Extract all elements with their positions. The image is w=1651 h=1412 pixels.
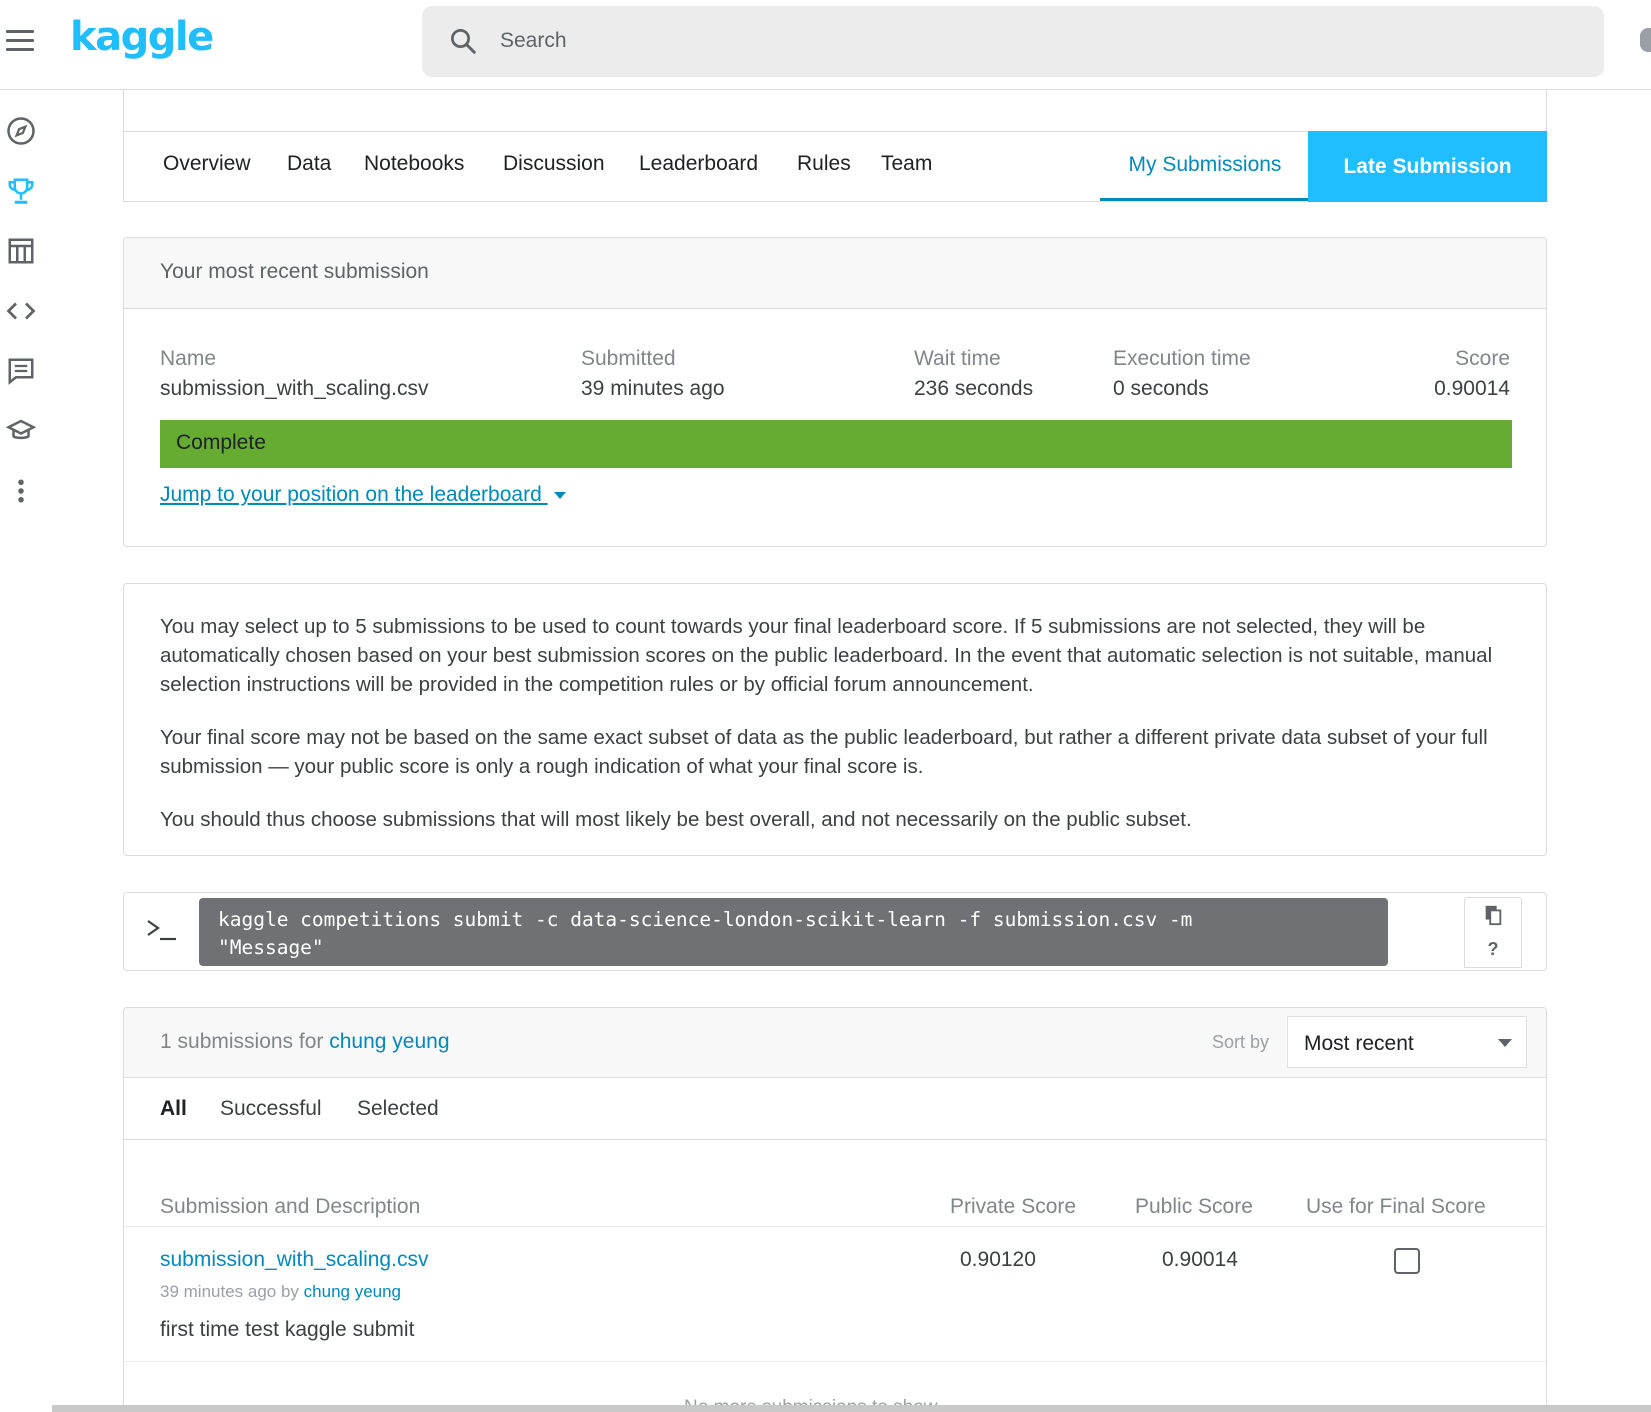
tab-notebooks[interactable]: Notebooks [364, 152, 464, 176]
wait-time-label: Wait time [914, 347, 1001, 370]
tab-overview[interactable]: Overview [163, 152, 251, 176]
submissions-user-link[interactable]: chung yeung [329, 1030, 449, 1053]
divider [124, 1226, 1546, 1227]
submitted-value: 39 minutes ago [581, 377, 725, 400]
more-vertical-icon[interactable] [4, 474, 38, 508]
jump-link-text: Jump to your position on the leaderboard [160, 483, 548, 506]
command-line-1: kaggle competitions submit -c data-scien… [218, 908, 1193, 931]
filter-all[interactable]: All [160, 1097, 187, 1121]
submission-author-link[interactable]: chung yeung [304, 1282, 401, 1301]
selection-info-card: You may select up to 5 submissions to be… [123, 583, 1547, 856]
column-header-private-score: Private Score [950, 1195, 1077, 1218]
code-icon[interactable] [4, 294, 38, 328]
search-bar[interactable] [422, 6, 1604, 77]
caret-down-icon [553, 491, 566, 499]
meta-execution-time: Execution time 0 seconds [1113, 347, 1251, 401]
submission-file-link[interactable]: submission_with_scaling.csv [160, 1248, 428, 1272]
submissions-list-card: 1 submissions for chung yeung Sort by Mo… [123, 1007, 1547, 1412]
divider [124, 1361, 1546, 1362]
column-header-public-score: Public Score [1135, 1195, 1253, 1218]
tab-leaderboard[interactable]: Leaderboard [639, 152, 758, 176]
tab-my-submissions[interactable]: My Submissions [1100, 132, 1310, 201]
tab-data[interactable]: Data [287, 152, 331, 176]
submission-meta: 39 minutes ago by chung yeung [160, 1282, 401, 1302]
column-header-final-score: Use for Final Score [1306, 1195, 1486, 1218]
tab-team[interactable]: Team [881, 152, 932, 176]
wait-time-value: 236 seconds [914, 377, 1034, 400]
help-button[interactable]: ? [1464, 932, 1522, 968]
sort-selected-value: Most recent [1304, 1032, 1414, 1055]
tab-discussion[interactable]: Discussion [503, 152, 605, 176]
private-score: 0.90120 [960, 1248, 1036, 1271]
trophy-icon[interactable] [4, 174, 38, 208]
submission-time: 39 minutes ago by [160, 1282, 304, 1301]
score-label: Score [1455, 347, 1510, 370]
compass-icon[interactable] [4, 114, 38, 148]
status-complete-bar: Complete [160, 420, 1512, 468]
chevron-down-icon [1498, 1039, 1512, 1047]
name-value: submission_with_scaling.csv [160, 377, 429, 400]
copy-icon[interactable] [1464, 897, 1522, 933]
filter-selected[interactable]: Selected [357, 1097, 439, 1121]
command-line-2: "Message" [218, 936, 324, 959]
notifications-icon[interactable] [1640, 28, 1651, 52]
recent-submission-card: Your most recent submission Name submiss… [123, 237, 1547, 547]
competition-tabs: Overview Data Notebooks Discussion Leade… [123, 131, 1547, 202]
submitted-label: Submitted [581, 347, 676, 370]
use-for-final-checkbox[interactable] [1394, 1248, 1420, 1274]
graduation-cap-icon[interactable] [4, 414, 38, 448]
score-value: 0.90014 [1434, 377, 1510, 400]
execution-time-value: 0 seconds [1113, 377, 1209, 400]
submissions-count: 1 submissions for chung yeung [160, 1030, 450, 1054]
info-paragraph-3: You should thus choose submissions that … [160, 808, 1192, 831]
execution-time-label: Execution time [1113, 347, 1251, 370]
menu-icon[interactable] [6, 30, 34, 52]
sort-select[interactable]: Most recent [1287, 1016, 1527, 1068]
submissions-count-text: 1 submissions for [160, 1030, 330, 1053]
late-submission-button[interactable]: Late Submission [1308, 131, 1547, 202]
left-nav-rail [0, 91, 44, 531]
table-icon[interactable] [4, 234, 38, 268]
meta-name: Name submission_with_scaling.csv [160, 347, 428, 401]
info-paragraph-2: Your final score may not be based on the… [160, 726, 1488, 778]
name-label: Name [160, 347, 217, 370]
terminal-prompt-icon [147, 920, 176, 941]
kaggle-logo[interactable]: kaggle [70, 14, 214, 60]
submission-description: first time test kaggle submit [160, 1318, 415, 1341]
search-icon [451, 29, 476, 54]
submission-filters: All Successful Selected [124, 1078, 1546, 1140]
jump-to-leaderboard-link[interactable]: Jump to your position on the leaderboard [160, 483, 566, 507]
sort-by-label: Sort by [1212, 1032, 1270, 1052]
public-score: 0.90014 [1162, 1248, 1238, 1271]
filter-successful[interactable]: Successful [220, 1097, 322, 1121]
tab-rules[interactable]: Rules [797, 152, 851, 176]
api-command-card: kaggle competitions submit -c data-scien… [123, 892, 1547, 971]
search-input[interactable] [500, 24, 1560, 58]
discussion-icon[interactable] [4, 354, 38, 388]
meta-submitted: Submitted 39 minutes ago [581, 347, 725, 401]
horizontal-scrollbar[interactable] [52, 1405, 1651, 1412]
submissions-header: 1 submissions for chung yeung Sort by Mo… [124, 1008, 1546, 1078]
meta-score: Score 0.90014 [1434, 347, 1510, 401]
meta-wait-time: Wait time 236 seconds [914, 347, 1033, 401]
info-paragraph-1: You may select up to 5 submissions to be… [160, 615, 1493, 696]
recent-submission-header: Your most recent submission [124, 238, 1546, 309]
api-command-text[interactable]: kaggle competitions submit -c data-scien… [199, 898, 1388, 966]
header-stub [123, 90, 1547, 132]
top-bar: kaggle [0, 0, 1651, 90]
column-header-description: Submission and Description [160, 1195, 421, 1218]
